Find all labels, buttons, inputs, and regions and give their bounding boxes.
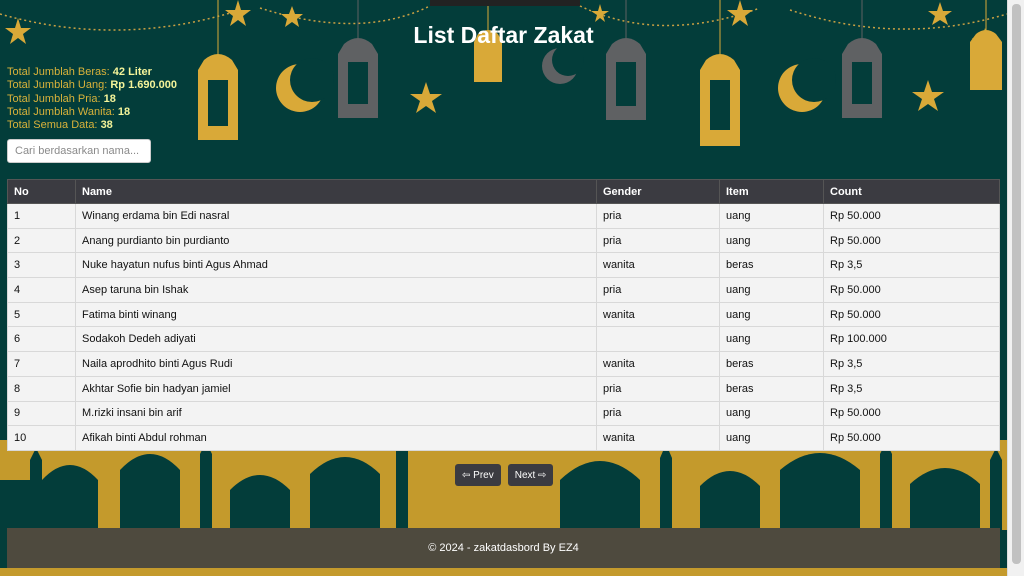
bottom-strip xyxy=(0,568,1007,576)
prev-button[interactable]: ⇦ Prev xyxy=(455,464,501,486)
zakat-table: No Name Gender Item Count 1 Winang erdama… xyxy=(7,179,1000,451)
table-row: 2 Anang purdianto bin purdianto pria uang Rp… xyxy=(7,227,1000,254)
table-row: 6 Sodakoh Dedeh adiyati uang Rp 100.000 xyxy=(7,326,1000,353)
column-header-no[interactable]: No xyxy=(7,179,76,204)
scrollbar-thumb[interactable] xyxy=(1012,4,1021,564)
table-row: 4 Asep taruna bin Ishak pria uang Rp 50.000 xyxy=(7,277,1000,303)
scrollbar[interactable] xyxy=(1007,0,1024,576)
table-row: 8 Akhtar Sofie bin hadyan jamiel pria beras… xyxy=(7,375,1000,402)
table-row: 3 Nuke hayatun nufus binti Agus Ahmad wani… xyxy=(7,252,1000,279)
stat-total-rice: Total Jumblah Beras: 42 Liter xyxy=(7,66,152,78)
page-title: List Daftar Zakat xyxy=(413,22,594,48)
table-row: 5 Fatima binti winang wanita uang Rp 50.000 xyxy=(7,301,1000,328)
footer: © 2024 - zakatdasbord By EZ4 xyxy=(7,528,1000,568)
table-row: 7 Naila aprodhito binti Agus Rudi wanita be… xyxy=(7,351,1000,377)
table-row: 9 M.rizki insani bin arif pria uang Rp 50.00… xyxy=(7,400,1000,427)
table-body: 1 Winang erdama bin Edi nasral pria uang Rp … xyxy=(7,203,1000,451)
search-input[interactable] xyxy=(7,139,151,163)
top-bar xyxy=(430,0,580,6)
column-header-count[interactable]: Count xyxy=(823,179,1000,204)
column-header-gender[interactable]: Gender xyxy=(596,179,720,204)
stat-total-money: Total Jumblah Uang: Rp 1.690.000 xyxy=(7,79,177,92)
column-header-name[interactable]: Name xyxy=(75,179,597,204)
stat-total-data: Total Semua Data: 38 xyxy=(7,119,113,132)
lantern-icon xyxy=(338,0,1002,120)
stat-total-female: Total Jumblah Wanita: 18 xyxy=(7,105,131,118)
table-header-row: No Name Gender Item Count xyxy=(7,179,1000,204)
next-button[interactable]: Next ⇨ xyxy=(507,464,554,486)
pagination: ⇦ Prev Next ⇨ xyxy=(455,464,554,486)
crescent-moon-icon xyxy=(276,44,836,112)
page: List Daftar Zakat Total Jumblah Beras: 4… xyxy=(0,0,1007,576)
table-row: 1 Winang erdama bin Edi nasral pria uang Rp … xyxy=(7,203,1000,229)
stat-total-male: Total Jumblah Pria: 18 xyxy=(7,92,116,105)
table-row: 10 Afikah binti Abdul rohman wanita uang Rp … xyxy=(7,425,1000,451)
stats-summary: Total Jumblah Beras: 42 Liter Total Jumb… xyxy=(7,66,177,132)
column-header-item[interactable]: Item xyxy=(719,179,824,204)
